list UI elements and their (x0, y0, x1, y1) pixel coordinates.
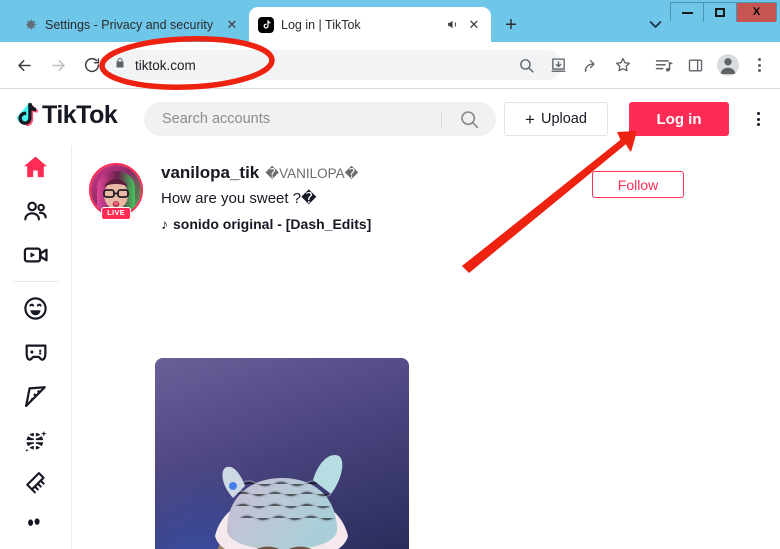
tab-close-button[interactable]: ✕ (466, 17, 482, 33)
video-feed: LIVE vanilopa_tik �VANILOPA� How are you … (73, 146, 780, 549)
avatar[interactable]: LIVE (89, 163, 143, 220)
tiktok-page: TikTok Search accounts + Upload Log in L… (0, 89, 780, 549)
gear-icon (26, 19, 37, 30)
people-icon (24, 201, 47, 221)
speaker-icon[interactable] (445, 18, 459, 32)
paw-icon (27, 518, 40, 527)
brush-icon (25, 472, 45, 494)
search-placeholder: Search accounts (162, 111, 271, 127)
upload-button[interactable]: + Upload (504, 102, 608, 136)
sidebar-item-for-you[interactable] (0, 146, 72, 190)
live-video-icon (23, 247, 48, 264)
follow-button[interactable]: Follow (592, 171, 684, 198)
tab-close-button[interactable]: ✕ (224, 17, 240, 33)
sidebar-item-food[interactable] (0, 374, 72, 418)
music-title: sonido original - [Dash_Edits] (173, 216, 372, 232)
post-description: How are you sweet ?� (161, 190, 317, 207)
upload-label: Upload (540, 111, 587, 127)
search-icon[interactable] (512, 51, 541, 80)
maximize-button[interactable] (704, 3, 737, 22)
video-thumbnail[interactable] (155, 358, 409, 549)
new-tab-button[interactable]: + (500, 14, 522, 36)
sidebar-item-beauty[interactable] (0, 461, 72, 505)
minimize-button[interactable] (671, 3, 704, 22)
bookmark-star-icon[interactable] (608, 51, 637, 80)
username[interactable]: vanilopa_tik (161, 163, 259, 182)
smiley-icon (24, 296, 47, 320)
disco-ball-icon (24, 430, 47, 452)
sidebar-item-comedy[interactable] (0, 286, 72, 330)
tab-title: Settings - Privacy and security (45, 17, 214, 32)
tiktok-favicon (258, 16, 274, 33)
live-badge: LIVE (101, 206, 131, 220)
address-bar-text: tiktok.com (135, 57, 196, 73)
sidebar-item-following[interactable] (0, 190, 72, 234)
tiktok-note-icon (16, 101, 38, 126)
sidebar-item-animals[interactable] (0, 505, 72, 549)
tab-title: Log in | TikTok (281, 17, 361, 32)
address-bar[interactable]: tiktok.com (102, 50, 562, 80)
gamepad-icon (25, 344, 46, 361)
login-button[interactable]: Log in (629, 102, 729, 136)
nickname: �VANILOPA� (265, 166, 359, 181)
search-icon[interactable] (442, 109, 496, 130)
browser-toolbar: tiktok.com (0, 42, 780, 89)
install-app-icon[interactable] (544, 51, 573, 80)
sidebar-item-live[interactable] (0, 234, 72, 278)
reading-list-icon[interactable] (649, 51, 678, 80)
sidebar-item-gaming[interactable] (0, 330, 72, 374)
side-panel-icon[interactable] (681, 51, 710, 80)
share-icon[interactable] (576, 51, 605, 80)
plus-icon: + (525, 109, 535, 129)
sidebar-divider (13, 281, 58, 283)
window-controls: X (670, 2, 777, 22)
browser-window: Settings - Privacy and security ✕ Log in… (0, 0, 780, 549)
tab-settings[interactable]: Settings - Privacy and security ✕ (14, 7, 249, 42)
tab-tiktok-login[interactable]: Log in | TikTok ✕ (249, 7, 491, 42)
pizza-slice-icon (24, 385, 46, 407)
post-info: vanilopa_tik �VANILOPA� How are you sweet… (161, 163, 371, 232)
post-author: vanilopa_tik �VANILOPA� (161, 163, 371, 183)
search-input[interactable]: Search accounts (144, 102, 496, 136)
forward-arrow-icon (43, 50, 73, 80)
chrome-menu-icon[interactable] (745, 51, 774, 80)
home-icon (24, 157, 47, 178)
tab-strip: Settings - Privacy and security ✕ Log in… (0, 0, 780, 42)
sidebar (0, 146, 72, 549)
post-music[interactable]: ♪ sonido original - [Dash_Edits] (161, 216, 371, 232)
close-button[interactable]: X (737, 3, 776, 22)
chevron-down-icon[interactable] (645, 16, 665, 32)
back-arrow-icon[interactable] (9, 50, 39, 80)
music-note-icon: ♪ (161, 216, 168, 232)
tiktok-logo-text: TikTok (42, 101, 118, 129)
kebab-menu-icon[interactable] (748, 109, 768, 129)
tiktok-header: TikTok Search accounts + Upload Log in (0, 89, 780, 146)
lock-icon[interactable] (114, 56, 126, 75)
sidebar-item-dance[interactable] (0, 418, 72, 462)
tiktok-logo[interactable]: TikTok (14, 101, 118, 130)
profile-avatar-icon[interactable] (713, 51, 742, 80)
toolbar-icon-group (512, 50, 774, 80)
post-header: LIVE vanilopa_tik �VANILOPA� How are you … (89, 163, 371, 232)
